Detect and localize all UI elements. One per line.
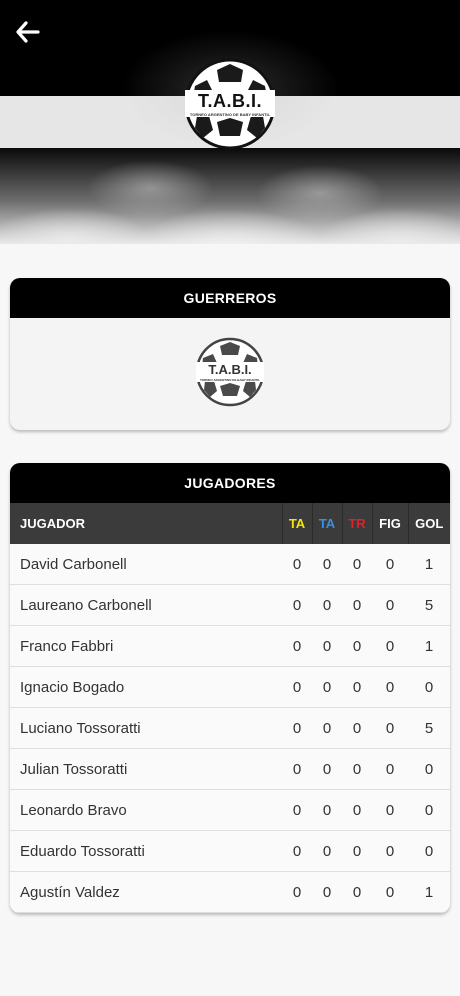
player-ta-blue: 0 bbox=[312, 748, 342, 790]
table-row[interactable]: Julian Tossoratti 0 0 0 0 0 bbox=[10, 748, 450, 790]
player-ta-blue: 0 bbox=[312, 830, 342, 872]
player-fig: 0 bbox=[372, 544, 408, 585]
player-name: Franco Fabbri bbox=[10, 625, 282, 667]
player-ta-yellow: 0 bbox=[282, 625, 312, 667]
logo-subtitle: TORNEO ARGENTINO DE BABY INFANTIL bbox=[185, 112, 275, 117]
player-ta-blue: 0 bbox=[312, 584, 342, 626]
player-name: Ignacio Bogado bbox=[10, 666, 282, 708]
table-row[interactable]: Eduardo Tossoratti 0 0 0 0 0 bbox=[10, 830, 450, 872]
player-tr: 0 bbox=[342, 707, 372, 749]
column-header-player: JUGADOR bbox=[10, 503, 282, 544]
player-name: David Carbonell bbox=[10, 544, 282, 585]
logo-title: T.A.B.I. bbox=[196, 362, 264, 378]
player-fig: 0 bbox=[372, 830, 408, 872]
player-ta-yellow: 0 bbox=[282, 871, 312, 913]
column-header-ta-yellow: TA bbox=[281, 503, 312, 544]
player-fig: 0 bbox=[372, 584, 408, 626]
player-name: Luciano Tossoratti bbox=[10, 707, 282, 749]
player-ta-blue: 0 bbox=[312, 666, 342, 708]
player-ta-blue: 0 bbox=[312, 707, 342, 749]
player-name: Leonardo Bravo bbox=[10, 789, 282, 831]
player-tr: 0 bbox=[342, 544, 372, 585]
player-ta-yellow: 0 bbox=[282, 584, 312, 626]
player-name: Laureano Carbonell bbox=[10, 584, 282, 626]
player-tr: 0 bbox=[342, 748, 372, 790]
table-row[interactable]: Agustín Valdez 0 0 0 0 1 bbox=[10, 871, 450, 913]
player-tr: 0 bbox=[342, 789, 372, 831]
hero-smoke bbox=[0, 148, 460, 244]
table-row[interactable]: David Carbonell 0 0 0 0 1 bbox=[10, 544, 450, 585]
player-gol: 1 bbox=[408, 625, 450, 667]
logo-title: T.A.B.I. bbox=[185, 90, 275, 112]
player-tr: 0 bbox=[342, 871, 372, 913]
player-name: Julian Tossoratti bbox=[10, 748, 282, 790]
player-ta-yellow: 0 bbox=[282, 544, 312, 585]
players-title: JUGADORES bbox=[10, 463, 450, 503]
logo-subtitle: TORNEO ARGENTINO DE BABY INFANTIL bbox=[196, 378, 264, 382]
players-card: JUGADORES JUGADOR TA TA TR FIG GOL David… bbox=[10, 463, 450, 913]
player-gol: 0 bbox=[408, 666, 450, 708]
player-ta-blue: 0 bbox=[312, 789, 342, 831]
player-fig: 0 bbox=[372, 625, 408, 667]
player-ta-yellow: 0 bbox=[282, 748, 312, 790]
player-gol: 0 bbox=[408, 748, 450, 790]
players-table: JUGADOR TA TA TR FIG GOL David Carbonell… bbox=[10, 503, 450, 913]
player-ta-blue: 0 bbox=[312, 544, 342, 585]
player-ta-yellow: 0 bbox=[282, 666, 312, 708]
column-header-ta-blue: TA bbox=[311, 503, 342, 544]
player-fig: 0 bbox=[372, 707, 408, 749]
back-button[interactable] bbox=[14, 20, 42, 44]
player-ta-blue: 0 bbox=[312, 871, 342, 913]
column-header-gol: GOL bbox=[407, 503, 450, 544]
player-gol: 5 bbox=[408, 584, 450, 626]
player-gol: 1 bbox=[408, 544, 450, 585]
table-row[interactable]: Ignacio Bogado 0 0 0 0 0 bbox=[10, 666, 450, 708]
player-gol: 1 bbox=[408, 871, 450, 913]
player-gol: 5 bbox=[408, 707, 450, 749]
player-tr: 0 bbox=[342, 625, 372, 667]
arrow-left-icon bbox=[16, 21, 40, 43]
player-tr: 0 bbox=[342, 666, 372, 708]
player-fig: 0 bbox=[372, 666, 408, 708]
column-header-fig: FIG bbox=[371, 503, 408, 544]
table-row[interactable]: Franco Fabbri 0 0 0 0 1 bbox=[10, 625, 450, 667]
player-tr: 0 bbox=[342, 830, 372, 872]
team-name: GUERREROS bbox=[10, 278, 450, 318]
player-ta-yellow: 0 bbox=[282, 707, 312, 749]
player-name: Eduardo Tossoratti bbox=[10, 830, 282, 872]
hero-banner: T.A.B.I. TORNEO ARGENTINO DE BABY INFANT… bbox=[0, 0, 460, 244]
tournament-logo: T.A.B.I. TORNEO ARGENTINO DE BABY INFANT… bbox=[184, 56, 276, 152]
table-header-row: JUGADOR TA TA TR FIG GOL bbox=[10, 503, 450, 544]
team-logo: T.A.B.I. TORNEO ARGENTINO DE BABY INFANT… bbox=[195, 336, 265, 408]
player-ta-yellow: 0 bbox=[282, 789, 312, 831]
table-row[interactable]: Luciano Tossoratti 0 0 0 0 5 bbox=[10, 707, 450, 749]
player-ta-blue: 0 bbox=[312, 625, 342, 667]
player-name: Agustín Valdez bbox=[10, 871, 282, 913]
player-fig: 0 bbox=[372, 748, 408, 790]
player-gol: 0 bbox=[408, 789, 450, 831]
team-card: GUERREROS T.A.B.I. TORNEO ARGENTINO DE B… bbox=[10, 278, 450, 430]
player-tr: 0 bbox=[342, 584, 372, 626]
table-row[interactable]: Laureano Carbonell 0 0 0 0 5 bbox=[10, 584, 450, 626]
player-fig: 0 bbox=[372, 871, 408, 913]
table-row[interactable]: Leonardo Bravo 0 0 0 0 0 bbox=[10, 789, 450, 831]
player-ta-yellow: 0 bbox=[282, 830, 312, 872]
column-header-tr: TR bbox=[341, 503, 372, 544]
player-gol: 0 bbox=[408, 830, 450, 872]
player-fig: 0 bbox=[372, 789, 408, 831]
